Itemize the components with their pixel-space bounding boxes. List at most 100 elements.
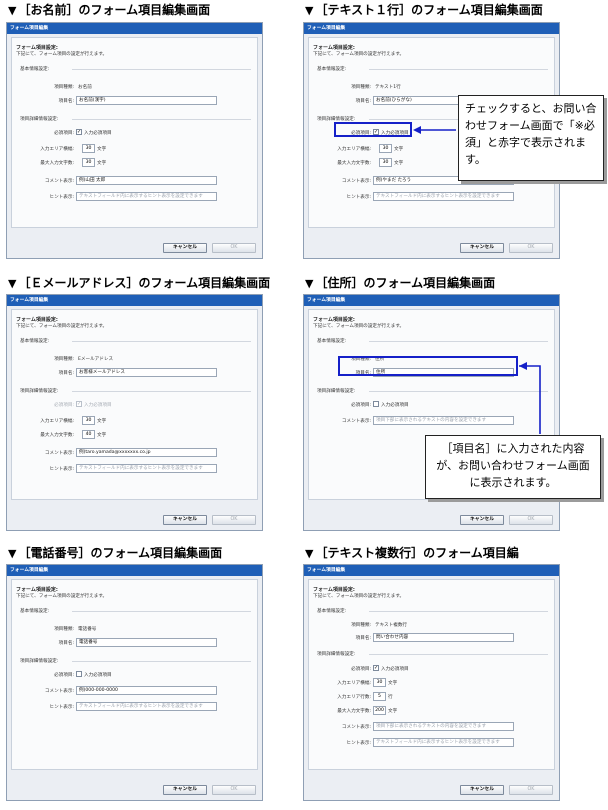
dialog-title: フォーム項目設定: bbox=[16, 45, 58, 51]
heading-name-panel: ▼ ［お名前］のフォーム項目編集画面 bbox=[8, 3, 211, 17]
ok-button[interactable]: OK bbox=[509, 785, 553, 795]
required-checkbox-label: 入力必須項目 bbox=[381, 403, 409, 408]
maxlen-unit: 文字 bbox=[394, 161, 404, 166]
required-checkbox[interactable] bbox=[373, 401, 379, 407]
window-title: フォーム項目編集 bbox=[304, 295, 559, 306]
type-value: お名前 bbox=[78, 85, 92, 90]
name-label: 項目名: bbox=[58, 641, 74, 646]
cancel-button[interactable]: キャンセル bbox=[163, 785, 207, 795]
ok-button[interactable]: OK bbox=[212, 515, 256, 525]
required-checkbox[interactable]: ✓ bbox=[373, 665, 379, 671]
width-input[interactable]: 30 bbox=[379, 144, 392, 153]
required-checkbox[interactable]: ✓ bbox=[76, 401, 82, 407]
maxlen-input[interactable]: 200 bbox=[373, 706, 386, 715]
divider bbox=[72, 119, 251, 120]
name-input[interactable]: お名前(漢字) bbox=[76, 96, 217, 105]
ok-button[interactable]: OK bbox=[212, 243, 256, 253]
maxlen-input[interactable]: 30 bbox=[379, 158, 392, 167]
maxlen-unit: 文字 bbox=[388, 709, 398, 714]
cancel-button[interactable]: キャンセル bbox=[163, 243, 207, 253]
callout-required: チェックすると、お問い合わせフォーム画面で「※必須」と赤字で表示されます。 bbox=[458, 95, 604, 181]
name-input[interactable]: 電話番号 bbox=[76, 638, 217, 647]
hint-input[interactable]: テキストフィールド内に表示するヒント表示を設定できます bbox=[76, 702, 217, 711]
type-label: 項目種類: bbox=[351, 623, 371, 628]
callout-name: ［項目名］に入力された内容が、お問い合わせフォーム画面に表示されます。 bbox=[425, 435, 601, 499]
name-input[interactable]: 問い合わせ内容 bbox=[373, 633, 514, 642]
maxlen-label: 最大入力文字数: bbox=[337, 161, 371, 166]
type-value: Eメールアドレス bbox=[78, 357, 114, 362]
required-checkbox[interactable]: ✓ bbox=[76, 129, 82, 135]
divider bbox=[369, 341, 548, 342]
cancel-button[interactable]: キャンセル bbox=[460, 243, 504, 253]
dialog-body: フォーム項目設定: 下記にて、フォーム項目の設定が行えます。 基本情報設定: 項… bbox=[308, 579, 555, 770]
type-label: 項目種類: bbox=[54, 357, 74, 362]
heading-email-panel: ▼ ［Ｅメールアドレス］のフォーム項目編集画面 bbox=[8, 276, 271, 290]
heading-address-panel: ▼ ［住所］のフォーム項目編集画面 bbox=[305, 276, 496, 290]
name-label: 項目名: bbox=[58, 371, 74, 376]
dialog-title: フォーム項目設定: bbox=[313, 45, 355, 51]
type-label: 項目種類: bbox=[351, 85, 371, 90]
callout-required-text: チェックすると、お問い合わせフォーム画面で「※必須」と赤字で表示されます。 bbox=[465, 102, 597, 166]
dialog-name: フォーム項目編集 フォーム項目設定: 下記にて、フォーム項目の設定が行えます。 … bbox=[6, 22, 263, 259]
maxlen-unit: 文字 bbox=[97, 433, 107, 438]
name-input[interactable]: お客様メールアドレス bbox=[76, 368, 217, 377]
dialog-phone: フォーム項目編集 フォーム項目設定: 下記にて、フォーム項目の設定が行えます。 … bbox=[6, 564, 263, 801]
cancel-button[interactable]: キャンセル bbox=[460, 785, 504, 795]
type-label: 項目種類: bbox=[54, 627, 74, 632]
width-label: 入力エリア横幅: bbox=[337, 147, 371, 152]
required-label: 必須項目: bbox=[54, 673, 74, 678]
maxlen-input[interactable]: 30 bbox=[82, 158, 95, 167]
maxlen-input[interactable]: 40 bbox=[82, 430, 95, 439]
comment-label: コメント表示: bbox=[341, 179, 371, 184]
cancel-button[interactable]: キャンセル bbox=[163, 515, 207, 525]
name-highlight-box bbox=[338, 356, 518, 376]
dialog-subtitle: 下記にて、フォーム項目の設定が行えます。 bbox=[16, 52, 108, 57]
divider bbox=[369, 654, 548, 655]
divider bbox=[72, 341, 251, 342]
width-label: 入力エリア横幅: bbox=[337, 681, 371, 686]
rows-input[interactable]: 5 bbox=[373, 692, 386, 701]
width-input[interactable]: 30 bbox=[82, 144, 95, 153]
detail-section-label: 項目詳細情報設定: bbox=[20, 117, 59, 122]
dialog-body: フォーム項目設定: 下記にて、フォーム項目の設定が行えます。 基本情報設定: 項… bbox=[11, 309, 258, 500]
comment-input[interactable]: 例)000-000-0000 bbox=[76, 686, 217, 695]
hint-input[interactable]: テキストフィールド内に表示するヒント表示を設定できます bbox=[76, 464, 217, 473]
dialog-body: フォーム項目設定: 下記にて、フォーム項目の設定が行えます。 基本情報設定: 項… bbox=[11, 579, 258, 770]
comment-input[interactable]: 例)山田 太郎 bbox=[76, 176, 217, 185]
comment-label: コメント表示: bbox=[44, 451, 74, 456]
required-checkbox[interactable] bbox=[76, 671, 82, 677]
comment-input[interactable]: 項目下部に表示されるテキストの内容を設定できます bbox=[373, 416, 514, 425]
callout-arrow-name bbox=[519, 362, 541, 434]
heading-phone-panel: ▼ ［電話番号］のフォーム項目編集画面 bbox=[8, 546, 223, 560]
dialog-multiline: フォーム項目編集 フォーム項目設定: 下記にて、フォーム項目の設定が行えます。 … bbox=[303, 564, 560, 801]
heading-multiline-panel: ▼ ［テキスト複数行］のフォーム項目編 bbox=[305, 546, 519, 560]
divider bbox=[72, 69, 251, 70]
required-highlight-box bbox=[334, 122, 412, 137]
comment-label: コメント表示: bbox=[44, 179, 74, 184]
cancel-button[interactable]: キャンセル bbox=[460, 515, 504, 525]
ok-button[interactable]: OK bbox=[212, 785, 256, 795]
hint-label: ヒント表示: bbox=[49, 705, 74, 710]
dialog-body: フォーム項目設定: 下記にて、フォーム項目の設定が行えます。 基本情報設定: 項… bbox=[11, 37, 258, 228]
basic-section-label: 基本情報設定: bbox=[317, 609, 347, 614]
basic-section-label: 基本情報設定: bbox=[317, 67, 347, 72]
maxlen-unit: 文字 bbox=[97, 161, 107, 166]
hint-input[interactable]: テキストフィールド内に表示するヒント表示を設定できます bbox=[373, 192, 514, 201]
basic-section-label: 基本情報設定: bbox=[20, 67, 50, 72]
basic-section-label: 基本情報設定: bbox=[20, 339, 50, 344]
rows-unit: 行 bbox=[388, 695, 393, 700]
hint-input[interactable]: テキストフィールド内に表示するヒント表示を設定できます bbox=[373, 738, 514, 747]
width-input[interactable]: 30 bbox=[82, 416, 95, 425]
comment-input[interactable]: 項目下部に表示されるテキストの内容を設定できます bbox=[373, 722, 514, 731]
divider bbox=[72, 661, 251, 662]
hint-input[interactable]: テキストフィールド内に表示するヒント表示を設定できます bbox=[76, 192, 217, 201]
required-label: 必須項目: bbox=[351, 403, 371, 408]
comment-input[interactable]: 例)taro.yamada@xxxxxxx.co.jp bbox=[76, 448, 217, 457]
ok-button[interactable]: OK bbox=[509, 515, 553, 525]
dialog-title: フォーム項目設定: bbox=[313, 587, 355, 593]
dialog-subtitle: 下記にて、フォーム項目の設定が行えます。 bbox=[16, 324, 108, 329]
window-title: フォーム項目編集 bbox=[304, 23, 559, 34]
ok-button[interactable]: OK bbox=[509, 243, 553, 253]
type-value: テキスト1行 bbox=[375, 85, 401, 90]
width-input[interactable]: 30 bbox=[373, 678, 386, 687]
